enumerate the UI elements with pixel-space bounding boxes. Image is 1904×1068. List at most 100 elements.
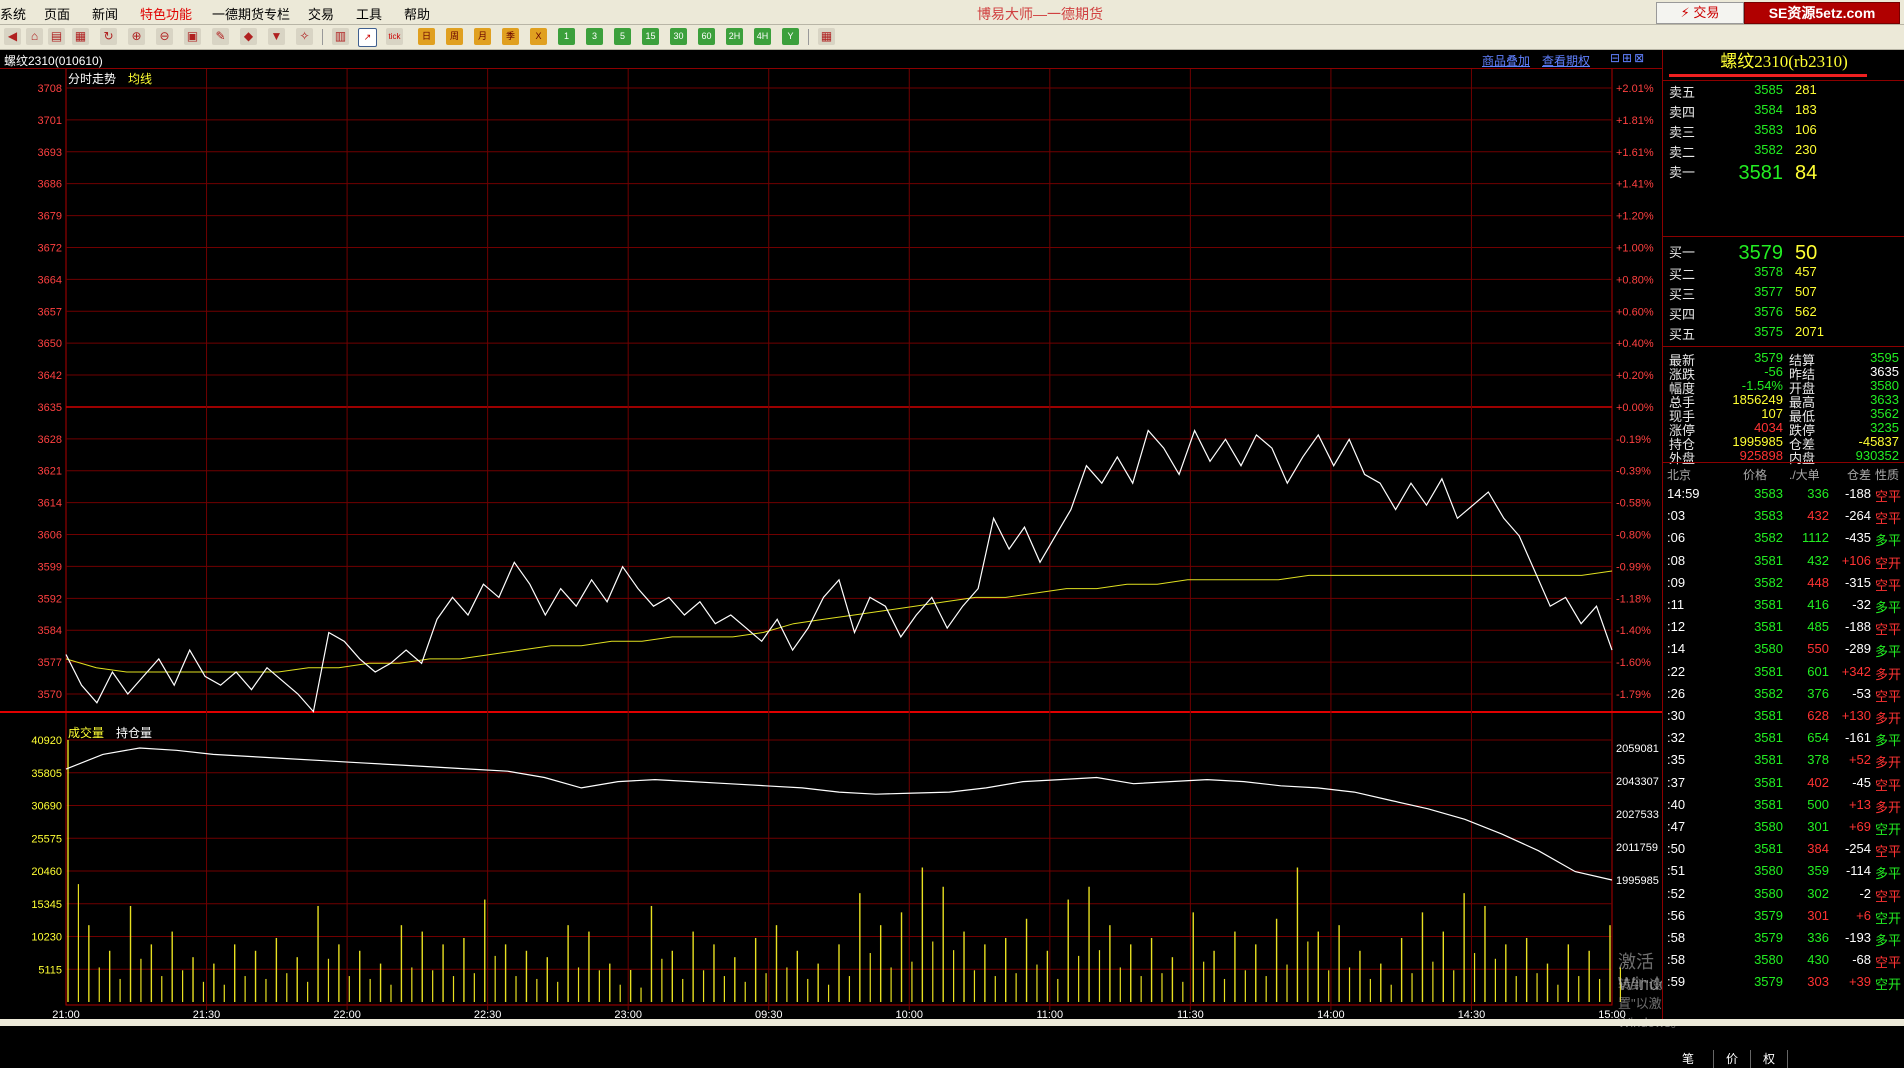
menu-trade[interactable]: 交易 [308, 4, 334, 23]
tick-time: :06 [1667, 530, 1686, 546]
tick-time: :40 [1667, 796, 1686, 812]
tick-row: :14 3580 550 -289 多平 [1663, 641, 1904, 661]
tick-time: :58 [1667, 930, 1686, 945]
tick-nature: 多平 [1875, 933, 1902, 948]
time-axis-label: 09:30 [755, 1009, 783, 1019]
percent-axis-label: -1.60% [1616, 657, 1651, 669]
panel-label-oi: 持仓量 [116, 726, 153, 740]
tick-volume: 302 [1807, 885, 1829, 901]
refresh-icon[interactable]: ↻ [100, 28, 117, 45]
tf-30[interactable]: 30 [670, 28, 687, 45]
menu-tools[interactable]: 工具 [356, 4, 382, 23]
pencil-icon[interactable]: ✎ [212, 28, 229, 45]
tf-5[interactable]: 5 [614, 28, 631, 45]
menu-page[interactable]: 页面 [44, 4, 70, 23]
tick-nature: 空平 [1875, 688, 1902, 704]
back-icon[interactable]: ◀ [4, 28, 21, 45]
tick-row: :32 3581 654 -161 多平 [1663, 730, 1904, 750]
tick-row: :11 3581 416 -32 多平 [1663, 597, 1904, 617]
menu-featured[interactable]: 特色功能 [140, 4, 192, 23]
window-icon[interactable]: ▣ [184, 28, 201, 45]
link-options[interactable]: 查看期权 [1542, 52, 1590, 69]
tf-2h[interactable]: 2H [726, 28, 743, 45]
tick-price: 3581 [1754, 708, 1783, 723]
timeshare-chart[interactable]: 3708 3701 3693 3686 3679 3672 3664 3657 3650 3642… [0, 50, 1662, 1019]
ask-label: 卖一 [1669, 165, 1696, 180]
tick-oi-change: -68 [1852, 952, 1871, 968]
tick-time: :30 [1667, 708, 1686, 723]
tick-price: 3581 [1754, 552, 1783, 568]
table-icon[interactable]: ▥ [332, 28, 349, 45]
tick-row: :09 3582 448 -315 空平 [1663, 575, 1904, 595]
menu-news[interactable]: 新闻 [92, 4, 118, 23]
tab-price[interactable]: 价 [1714, 1050, 1751, 1068]
tab-ticks[interactable]: 笔 [1663, 1050, 1714, 1068]
menu-broker-column[interactable]: 一德期货专栏 [212, 4, 290, 23]
tf-day[interactable]: 日 [418, 28, 435, 45]
tick-row: :58 3580 430 -68 空平 [1663, 952, 1904, 972]
tf-15[interactable]: 15 [642, 28, 659, 45]
list-icon[interactable]: ▤ [48, 28, 65, 45]
tf-x[interactable]: X [530, 28, 547, 45]
zoom-out-icon[interactable]: ⊖ [156, 28, 173, 45]
tick-icon[interactable]: tick [386, 28, 403, 45]
tick-time: :37 [1667, 774, 1686, 790]
tick-price: 3581 [1754, 752, 1783, 768]
tick-time: :26 [1667, 685, 1686, 701]
time-axis-label: 21:00 [52, 1009, 80, 1019]
price-axis-label: 3635 [38, 402, 62, 414]
stat-value: -45837 [1858, 434, 1899, 449]
zoom-in-icon[interactable]: ⊕ [128, 28, 145, 45]
trade-button[interactable]: ⚡ 交易 [1656, 2, 1744, 24]
tf-week[interactable]: 周 [446, 28, 463, 45]
tf-year[interactable]: Y [782, 28, 799, 45]
status-bar [0, 1019, 1904, 1026]
calendar-icon[interactable]: ▦ [818, 28, 835, 45]
tick-oi-change: -315 [1844, 574, 1871, 590]
tf-4h[interactable]: 4H [754, 28, 771, 45]
tick-time: 14:59 [1667, 486, 1700, 501]
percent-axis-label: +1.81% [1616, 115, 1654, 127]
tab-rights[interactable]: 权 [1751, 1050, 1788, 1068]
menu-help[interactable]: 帮助 [404, 4, 430, 23]
tick-nature: 空平 [1875, 511, 1902, 527]
tick-nature: 空平 [1875, 577, 1902, 593]
tick-time: :50 [1667, 841, 1686, 857]
tick-time: :12 [1667, 619, 1686, 635]
percent-axis-label: -0.39% [1616, 466, 1651, 478]
percent-axis-label: +0.20% [1616, 370, 1654, 382]
menu-system[interactable]: 系统 [0, 4, 26, 23]
menu-bar: 系统 页面 新闻 特色功能 一德期货专栏 交易 工具 帮助 博易大师—一德期货 … [0, 0, 1904, 25]
news-icon[interactable]: ▦ [72, 28, 89, 45]
home-icon[interactable]: ⌂ [26, 28, 43, 45]
tick-volume: 448 [1807, 574, 1829, 590]
percent-axis-label: -0.58% [1616, 498, 1651, 510]
draw-icon[interactable]: ◆ [240, 28, 257, 45]
indicator-icon[interactable]: ✧ [296, 28, 313, 45]
window-controls-icon[interactable]: ⊟⊞⊠ [1610, 51, 1646, 65]
tick-nature: 多平 [1875, 733, 1902, 749]
price-axis-label: 3701 [38, 115, 62, 127]
price-ratio-bar [1669, 74, 1867, 77]
volume-axis-label: 5115 [38, 964, 62, 976]
tf-month[interactable]: 月 [474, 28, 491, 45]
tick-nature: 多平 [1875, 600, 1902, 615]
price-axis-label: 3672 [38, 242, 62, 254]
percent-axis-label: -1.18% [1616, 593, 1651, 605]
tick-price: 3582 [1754, 574, 1783, 590]
tf-quarter[interactable]: 季 [502, 28, 519, 45]
tick-time: :08 [1667, 552, 1686, 568]
tick-volume: 550 [1807, 641, 1829, 657]
tf-60[interactable]: 60 [698, 28, 715, 45]
timeshare-chart-icon[interactable]: ↗ [358, 28, 377, 47]
link-overlay[interactable]: 商品叠加 [1482, 52, 1530, 69]
percent-axis-label: -0.99% [1616, 561, 1651, 573]
time-axis-label: 14:30 [1458, 1009, 1486, 1019]
tf-1[interactable]: 1 [558, 28, 575, 45]
tf-3[interactable]: 3 [586, 28, 603, 45]
percent-axis-label: +1.20% [1616, 211, 1654, 223]
bid-row: 买四 3576 562 [1663, 304, 1904, 324]
percent-axis-label: +1.41% [1616, 179, 1654, 191]
filter-icon[interactable]: ▼ [268, 28, 285, 45]
stat-label: 外盘 [1669, 451, 1696, 466]
